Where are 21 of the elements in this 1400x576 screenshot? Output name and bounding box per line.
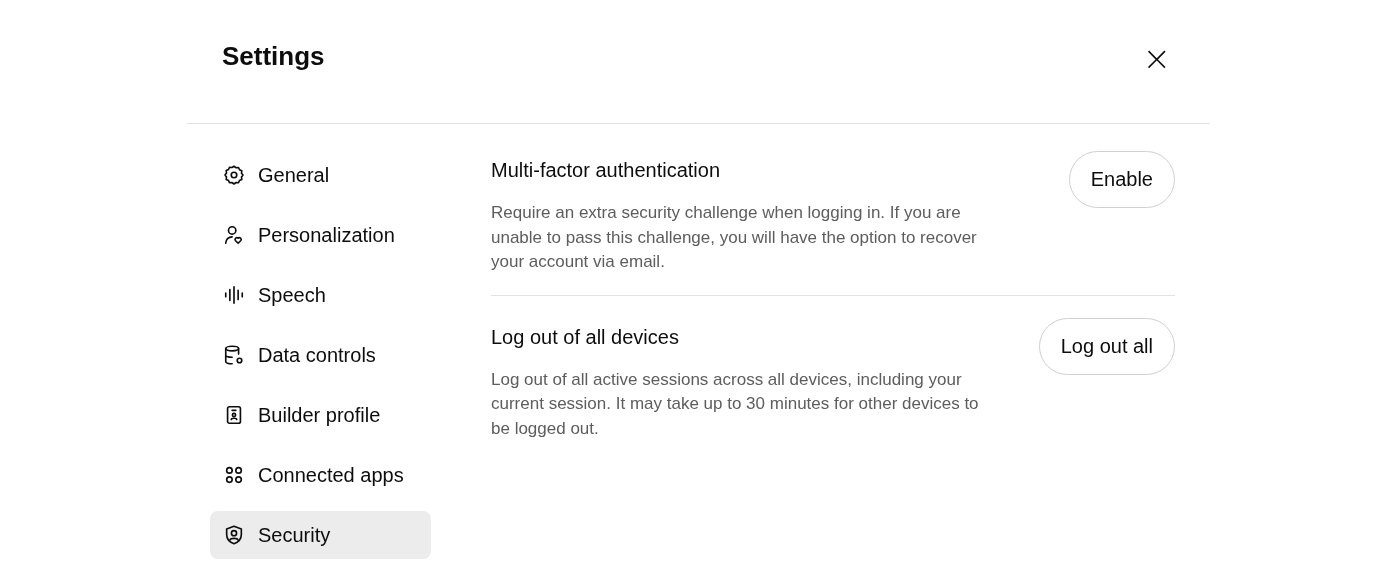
dialog-title: Settings	[222, 41, 325, 72]
section-title: Log out of all devices	[491, 325, 680, 349]
sidebar-item[interactable]: Data controls	[210, 331, 431, 379]
shield-person-icon	[223, 524, 245, 546]
apps-grid-icon	[223, 464, 245, 486]
person-heart-icon	[223, 224, 245, 246]
section-description: Require an extra security challenge when logging in. If you are unable to pass this challenge, you will have the option to recover your account via email.	[491, 202, 978, 273]
sidebar-item[interactable]: Speech	[210, 271, 431, 319]
section-description: Log out of all active sessions across all devices, including your current session. It may take up to 30 minutes for other devices to be logged out.	[491, 368, 980, 440]
section-title: Multi-factor authentication	[491, 159, 721, 182]
sound-wave-icon	[223, 284, 245, 306]
action-button[interactable]: Log out all	[1038, 317, 1175, 375]
database-gear-icon	[223, 344, 245, 366]
sidebar-item[interactable]: Security	[210, 511, 431, 559]
sidebar-item[interactable]: General	[210, 151, 431, 199]
close-button[interactable]: ×	[1138, 40, 1175, 75]
sidebar-item[interactable]: Connected apps	[210, 451, 431, 499]
sidebar-item[interactable]: Personalization	[210, 211, 431, 259]
sidebar-item[interactable]: Builder profile	[210, 391, 431, 439]
action-button[interactable]: Enable	[1068, 151, 1175, 208]
gear-icon	[223, 164, 245, 186]
